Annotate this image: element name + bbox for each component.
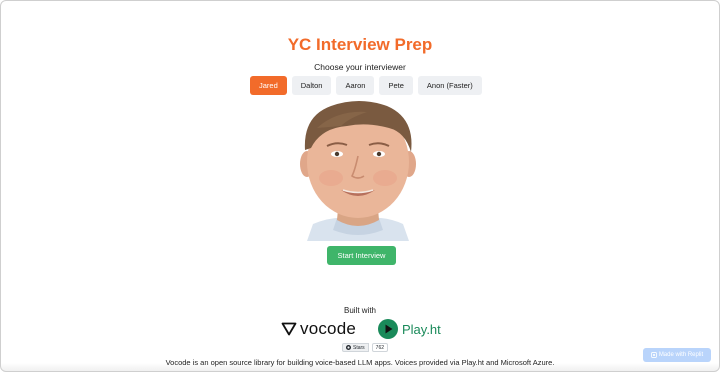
github-icon <box>346 345 351 350</box>
start-interview-button[interactable]: Start Interview <box>327 246 396 265</box>
interviewer-portrait-image <box>300 101 416 241</box>
bottom-edge-shadow <box>1 363 719 371</box>
tab-dalton[interactable]: Dalton <box>291 76 332 95</box>
playht-logo-text: Play.ht <box>402 321 441 337</box>
made-with-replit-badge[interactable]: Made with Replit <box>643 348 711 362</box>
page-title: YC Interview Prep <box>287 35 433 54</box>
page-subtitle: Choose your interviewer <box>314 62 406 72</box>
play-icon <box>378 319 398 339</box>
vocode-logo-text: vocode <box>300 319 357 338</box>
github-stars-count[interactable]: 762 <box>371 343 389 352</box>
playht-logo[interactable]: Play.ht <box>378 319 441 339</box>
replit-icon <box>650 352 657 358</box>
github-stars-widget[interactable]: Stars 762 <box>342 343 389 352</box>
tab-jared[interactable]: Jared <box>250 76 287 95</box>
tab-anon-faster[interactable]: Anon (Faster) <box>417 76 482 95</box>
made-with-replit-label: Made with Replit <box>658 352 704 358</box>
vocode-triangle-icon <box>281 322 297 336</box>
interviewer-tabs: Jared Dalton Aaron Pete Anon (Faster) <box>250 76 482 95</box>
tab-aaron[interactable]: Aaron <box>336 76 375 95</box>
vocode-logo[interactable]: vocode <box>281 319 356 339</box>
github-stars-label: Stars <box>353 344 365 351</box>
tab-pete[interactable]: Pete <box>379 76 413 95</box>
interviewer-photo <box>297 98 419 241</box>
github-stars-button[interactable]: Stars <box>342 343 369 352</box>
app-window: YC Interview Prep Choose your interviewe… <box>0 0 720 372</box>
built-with-label: Built with <box>343 306 376 315</box>
